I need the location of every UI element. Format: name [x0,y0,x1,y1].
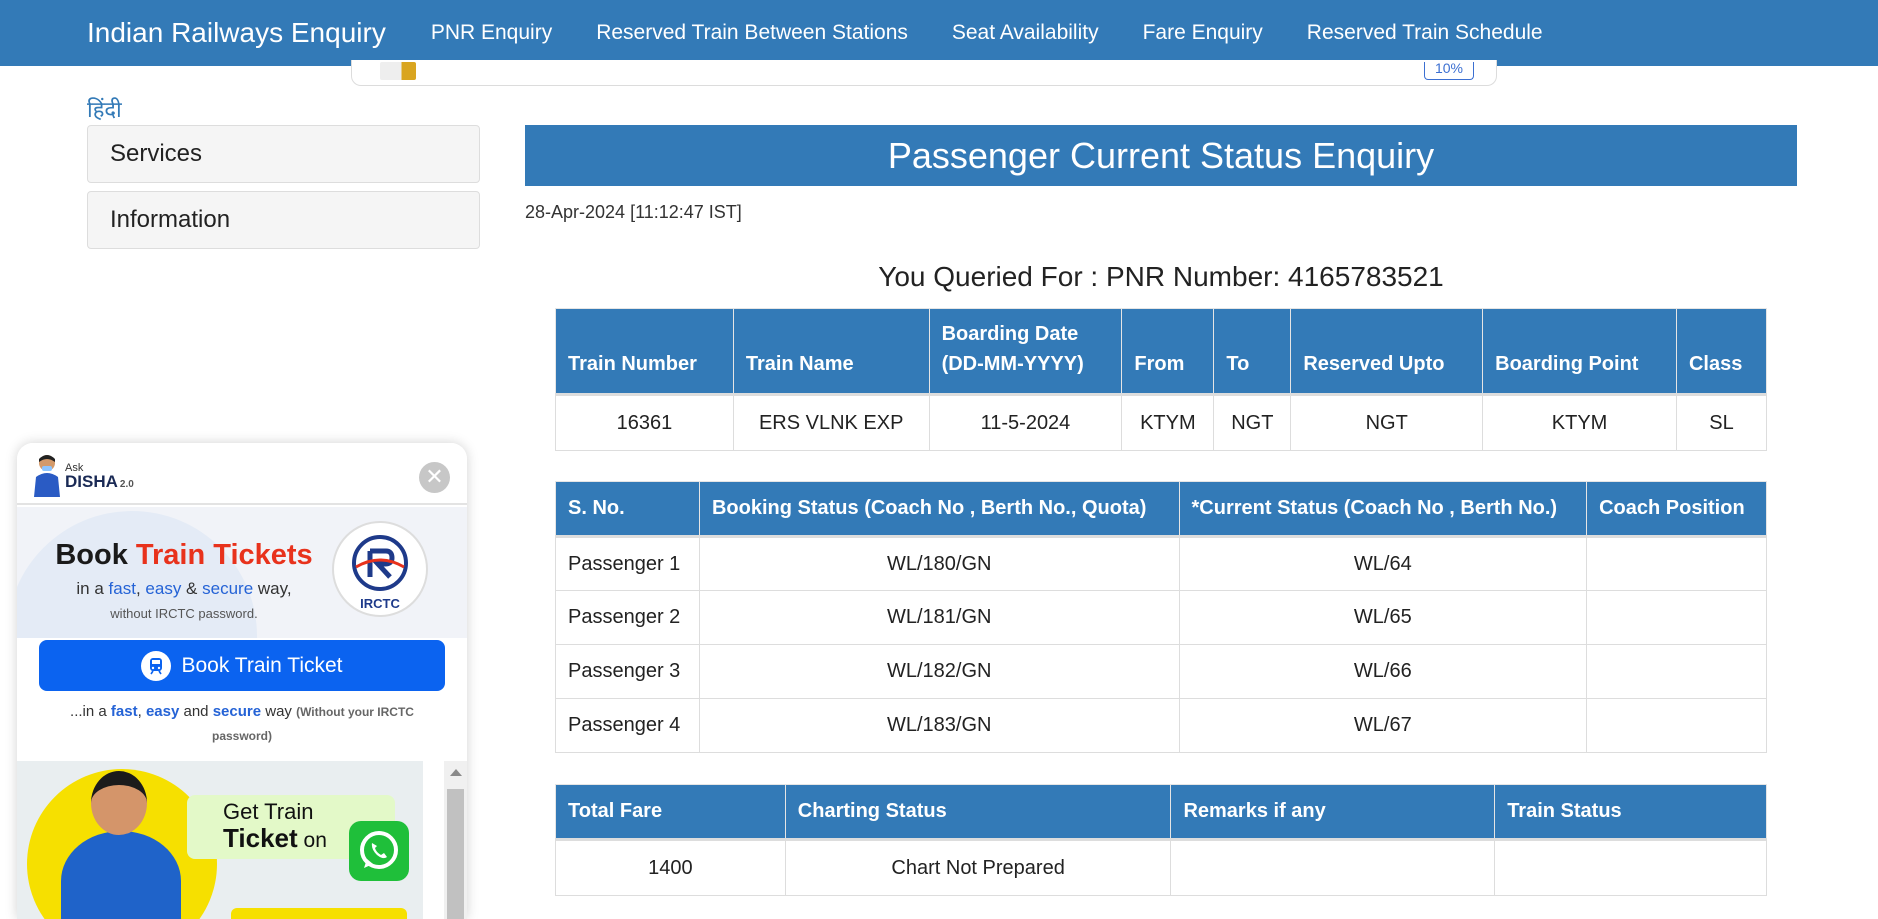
irctc-logo: IRCTC [332,521,428,617]
nav-fare-enquiry[interactable]: Fare Enquiry [1143,21,1263,45]
disha-avatar-icon [34,455,60,497]
timestamp: 28-Apr-2024 [11:12:47 IST] [525,202,742,222]
nav-reserved-train-between-stations[interactable]: Reserved Train Between Stations [596,21,908,45]
remarks [1170,839,1496,896]
from-station: KTYM [1121,394,1215,451]
th-boarding-date: Boarding Date (DD-MM-YYYY) [928,308,1123,396]
th-total-fare: Total Fare [555,784,786,841]
table-row: Passenger 3 WL/182/GN WL/66 [555,644,1767,699]
page-title: Passenger Current Status Enquiry [525,125,1797,186]
current-status: WL/64 [1178,536,1588,591]
th-remarks: Remarks if any [1170,784,1496,841]
navbar: Indian Railways Enquiry PNR Enquiry Rese… [0,0,1878,66]
th-booking-status: Booking Status (Coach No , Berth No., Qu… [698,481,1180,538]
booking-status: WL/182/GN [698,644,1180,699]
table-header-row: S. No. Booking Status (Coach No , Berth … [555,481,1767,538]
passenger-name: Passenger 3 [555,644,700,699]
table-row: 1400 Chart Not Prepared [555,839,1767,896]
book-ticket-note: ...in a fast, easy and secure way (Witho… [70,703,414,743]
th-current-status: *Current Status (Coach No , Berth No.) [1178,481,1588,538]
total-fare: 1400 [555,839,786,896]
table-row: Passenger 1 WL/180/GN WL/64 [555,536,1767,591]
passenger-name: Passenger 1 [555,536,700,591]
to-station: NGT [1213,394,1292,451]
travel-class: SL [1675,394,1768,451]
passenger-name: Passenger 2 [555,590,700,645]
train-status [1494,839,1767,896]
brand-link[interactable]: Indian Railways Enquiry [87,17,386,49]
coach-position [1586,698,1767,753]
th-charting-status: Charting Status [784,784,1172,841]
disha-name-label: DISHA 2.0 [65,472,134,491]
booking-status: WL/183/GN [698,698,1180,753]
sidebar-services-panel[interactable]: Services [87,125,480,183]
close-button[interactable]: ✕ [419,462,450,493]
table-header-row: Train Number Train Name Boarding Date (D… [555,308,1768,396]
th-serial-no: S. No. [555,481,700,538]
reserved-upto: NGT [1290,394,1484,451]
nav-seat-availability[interactable]: Seat Availability [952,21,1099,45]
current-status: WL/65 [1178,590,1588,645]
coach-position [1586,590,1767,645]
coach-position [1586,536,1767,591]
table-row: Passenger 2 WL/181/GN WL/65 [555,590,1767,645]
disha-figure-head [91,771,147,835]
current-status: WL/66 [1178,644,1588,699]
coach-position [1586,644,1767,699]
train-details-table: Train Number Train Name Boarding Date (D… [555,308,1768,451]
widget-scrollbar[interactable] [444,761,467,919]
whatsapp-icon [349,821,409,881]
th-reserved-upto: Reserved Upto [1290,308,1484,396]
th-class: Class [1675,308,1768,396]
promo-note: without IRCTC password. [110,606,258,621]
disha-header: Ask DISHA 2.0 ✕ [17,443,467,505]
promo-subtitle: in a fast, easy & secure way, [76,579,292,598]
fare-charting-table: Total Fare Charting Status Remarks if an… [555,784,1767,896]
charting-status: Chart Not Prepared [784,839,1172,896]
th-coach-position: Coach Position [1586,481,1767,538]
ad-thumbnail [380,62,416,80]
nav-reserved-train-schedule[interactable]: Reserved Train Schedule [1307,21,1543,45]
ask-disha-widget: Ask DISHA 2.0 ✕ Book Train Tickets in a f… [17,443,467,919]
ad-banner[interactable]: 10% [351,60,1497,86]
scroll-up-arrow-icon[interactable] [450,769,462,776]
nav-pnr-enquiry[interactable]: PNR Enquiry [431,21,552,45]
table-row: Passenger 4 WL/183/GN WL/67 [555,698,1767,753]
th-boarding-point: Boarding Point [1482,308,1677,396]
train-icon [141,650,172,681]
queried-pnr: You Queried For : PNR Number: 4165783521 [878,261,1444,292]
scrollbar-thumb[interactable] [447,789,464,919]
book-train-ticket-label: Book Train Ticket [181,653,343,677]
th-to: To [1213,308,1292,396]
booking-status: WL/181/GN [698,590,1180,645]
train-number: 16361 [555,394,734,451]
th-train-number: Train Number [555,308,734,396]
train-name: ERS VLNK EXP [732,394,930,451]
irctc-label: IRCTC [360,596,400,611]
th-from: From [1121,308,1215,396]
promo-title: Book Train Tickets [55,539,313,571]
current-status: WL/67 [1178,698,1588,753]
th-train-status: Train Status [1494,784,1767,841]
book-train-ticket-button[interactable]: Book Train Ticket [39,640,445,691]
sidebar-information-panel[interactable]: Information [87,191,480,249]
passenger-name: Passenger 4 [555,698,700,753]
banner-yellow-strip [231,908,407,919]
passenger-status-table: S. No. Booking Status (Coach No , Berth … [555,481,1767,753]
ad-discount-badge: 10% [1424,61,1474,80]
boarding-point: KTYM [1482,394,1677,451]
whatsapp-booking-banner[interactable]: Get Train Ticket on [17,761,423,919]
hindi-language-link[interactable]: हिंदी [87,94,122,124]
th-train-name: Train Name [732,308,930,396]
booking-status: WL/180/GN [698,536,1180,591]
table-row: 16361 ERS VLNK EXP 11-5-2024 KTYM NGT NG… [555,394,1768,451]
table-header-row: Total Fare Charting Status Remarks if an… [555,784,1767,841]
boarding-date: 11-5-2024 [928,394,1123,451]
